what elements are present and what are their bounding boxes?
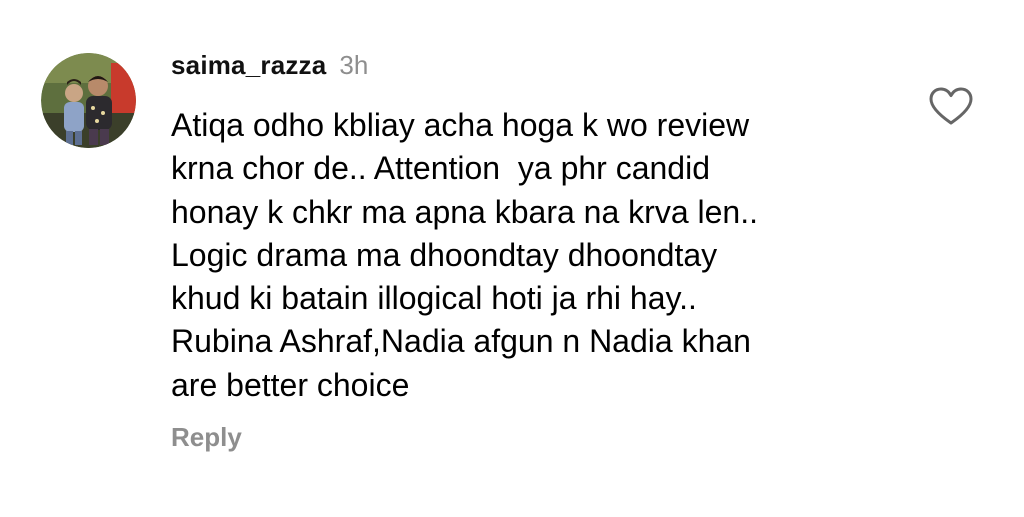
comment-text-line: khud ki batain illogical hoti ja rhi hay… <box>171 280 697 317</box>
comment-text-line: krna chor de.. Attention ya phr candid <box>171 150 710 187</box>
heart-outline-icon <box>929 87 973 125</box>
comment-text-line: Rubina Ashraf,Nadia afgun n Nadia khan <box>171 323 751 360</box>
timestamp: 3h <box>339 50 369 80</box>
username-link[interactable]: saima_razza <box>171 50 326 81</box>
comment-text-line: honay k chkr ma apna kbara na krva len.. <box>171 193 758 230</box>
comment-item: saima_razza 3h Atiqa odho kbliay acha ho… <box>0 0 1024 517</box>
avatar[interactable] <box>41 53 136 148</box>
comment-text-line: Logic drama ma dhoondtay dhoondtay <box>171 236 718 273</box>
comment-text-line: are better choice <box>171 366 410 403</box>
comment-header: saima_razza 3h <box>171 50 368 84</box>
like-button[interactable] <box>928 86 974 126</box>
avatar-photo <box>41 53 136 148</box>
comment-text-line: Atiqa odho kbliay acha hoga k wo review <box>171 107 750 143</box>
reply-button[interactable]: Reply <box>171 422 242 453</box>
comment-text: Atiqa odho kbliay acha hoga k wo review … <box>171 104 891 407</box>
